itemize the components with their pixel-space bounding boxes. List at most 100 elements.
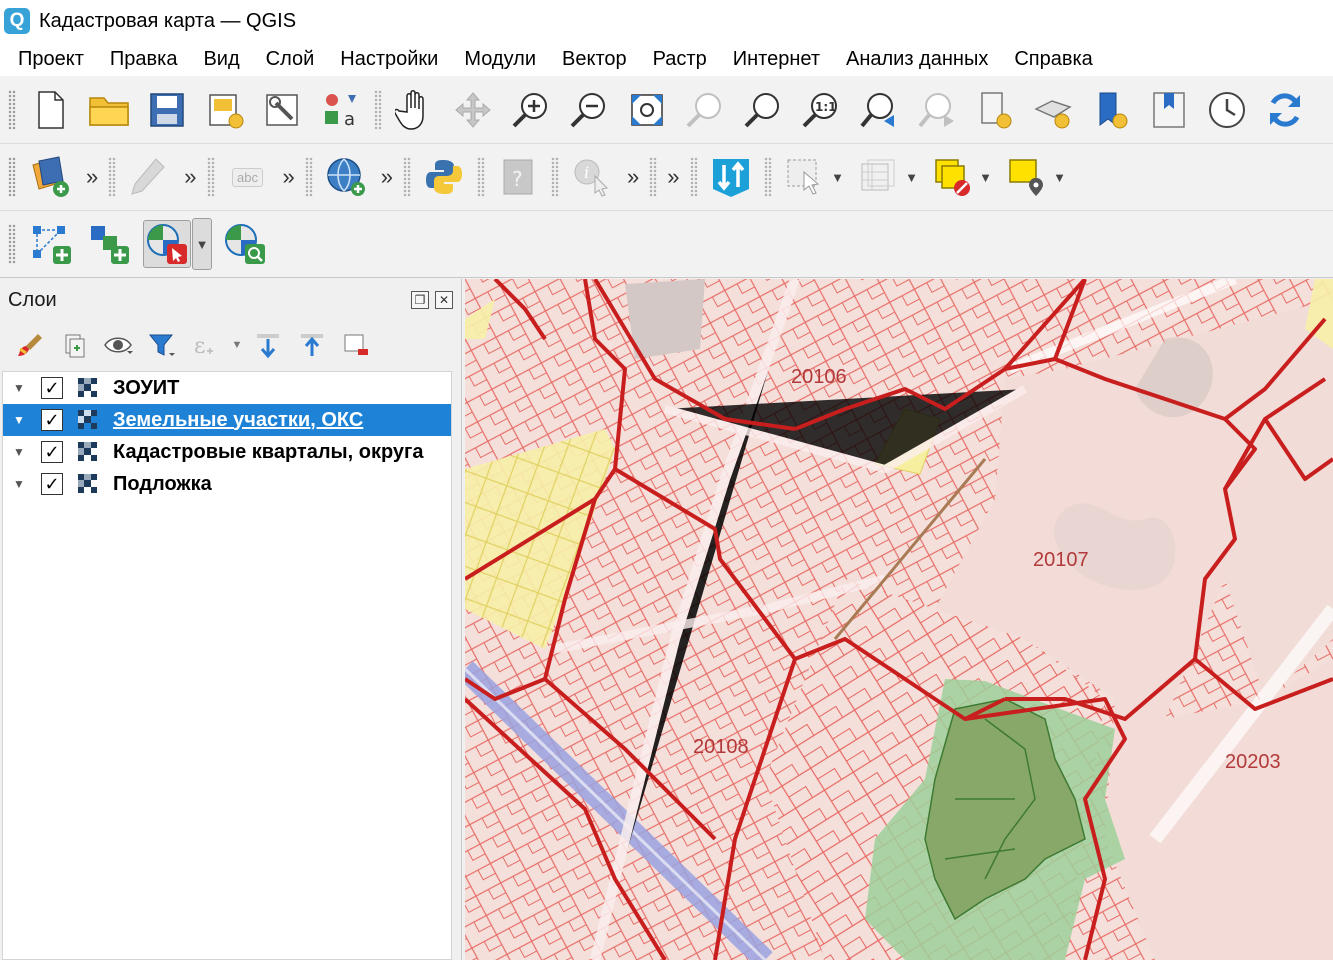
menu-plugins[interactable]: Модули [451,48,549,71]
digitize-button[interactable] [125,153,173,201]
toolbar-overflow-icon[interactable]: » [283,164,295,190]
expand-toggle-icon[interactable]: ▼ [13,445,27,459]
collapse-all-button[interactable] [292,325,332,365]
temporal-controller-button[interactable] [1203,86,1251,134]
select-features-dropdown[interactable]: ▼ [830,153,846,201]
open-project-button[interactable] [85,86,133,134]
menu-vector[interactable]: Вектор [549,48,640,71]
menu-analysis[interactable]: Анализ данных [833,48,1001,71]
toolbar-separator [551,157,559,197]
layer-styling-button[interactable] [10,325,50,365]
layer-visibility-checkbox[interactable]: ✓ [41,409,63,431]
add-group-button[interactable] [54,325,94,365]
expand-toggle-icon[interactable]: ▼ [13,477,27,491]
zoom-to-layer-button[interactable] [739,86,787,134]
parcel-select-dropdown[interactable]: ▼ [192,218,212,270]
parcel-search-tool-button[interactable] [221,220,269,268]
zoom-in-button[interactable] [507,86,555,134]
layer-visibility-checkbox[interactable]: ✓ [41,473,63,495]
menu-project[interactable]: Проект [5,48,97,71]
menu-settings[interactable]: Настройки [327,48,451,71]
save-icon [150,92,184,127]
zoom-full-button[interactable] [623,86,671,134]
menu-raster[interactable]: Растр [640,48,720,71]
toolbar-project: a 1:1 [0,76,1333,144]
refresh-button[interactable] [1261,86,1309,134]
help-book-icon: ? [503,159,533,195]
toolbar-grip[interactable] [8,89,16,130]
style-manager-button[interactable]: a [317,86,365,134]
help-button[interactable]: ? [494,153,542,201]
expression-epsilon-icon: ε [194,334,213,359]
filter-legend-button[interactable] [142,325,182,365]
layer-row-zouit[interactable]: ▼ ✓ ЗОУИТ [3,372,451,404]
add-feature-tool-button[interactable] [85,220,133,268]
filter-expression-button[interactable]: ε [186,325,226,365]
parcel-select-tool-button[interactable] [143,220,191,268]
manage-visibility-button[interactable] [98,325,138,365]
map-canvas[interactable]: 20106 20107 20108 20203 [465,279,1333,960]
new-map-view-button[interactable] [971,86,1019,134]
menu-edit[interactable]: Правка [97,48,191,71]
attribute-table-button[interactable] [855,153,903,201]
identify-features-button[interactable]: i [568,153,616,201]
layer-row-cadastral-blocks[interactable]: ▼ ✓ Кадастровые кварталы, округа [3,436,451,468]
layer-row-basemap[interactable]: ▼ ✓ Подложка [3,468,451,500]
zoom-out-button[interactable] [565,86,613,134]
new-print-layout-button[interactable] [201,86,249,134]
zoom-next-button[interactable] [913,86,961,134]
toolbar-separator [206,157,215,197]
layer-visibility-checkbox[interactable]: ✓ [41,441,63,463]
attribute-sort-button[interactable] [707,153,755,201]
new-project-button[interactable] [27,86,75,134]
cadastral-map[interactable]: 20106 20107 20108 20203 [465,279,1333,960]
expand-toggle-icon[interactable]: ▼ [13,413,27,427]
label-abc-icon: abc [232,167,263,187]
toolbar-grip[interactable] [8,157,16,197]
toolbar-overflow-icon[interactable]: » [184,164,196,190]
zoom-native-button[interactable]: 1:1 [797,86,845,134]
menu-layer[interactable]: Слой [253,48,328,71]
menu-help[interactable]: Справка [1001,48,1105,71]
select-by-location-button[interactable] [1003,153,1051,201]
menu-view[interactable]: Вид [190,48,252,71]
new-3d-map-view-button[interactable] [1029,86,1077,134]
save-project-button[interactable] [143,86,191,134]
deselect-dropdown[interactable]: ▼ [978,153,994,201]
toolbar-overflow-icon[interactable]: » [627,164,639,190]
expand-all-button[interactable] [248,325,288,365]
pan-hand-icon [395,89,424,130]
remove-layer-button[interactable] [336,325,376,365]
3d-map-icon [1034,99,1072,128]
close-panel-icon[interactable]: ✕ [435,291,453,309]
python-console-button[interactable] [420,153,468,201]
toolbar-overflow-icon[interactable]: » [667,164,679,190]
filter-expression-dropdown[interactable]: ▼ [230,325,244,365]
select-by-location-dropdown[interactable]: ▼ [1052,153,1068,201]
toolbar-overflow-icon[interactable]: » [381,164,393,190]
layout-manager-button[interactable] [259,86,307,134]
new-spatial-bookmark-button[interactable] [1087,86,1135,134]
data-source-manager-button[interactable] [27,153,75,201]
cadastral-block-label: 20106 [791,366,847,388]
add-vertex-tool-button[interactable] [27,220,75,268]
toolbar-overflow-icon[interactable]: » [86,164,98,190]
layer-group-icon [78,474,97,493]
menu-web[interactable]: Интернет [720,48,833,71]
layer-row-land-parcels[interactable]: ▼ ✓ Земельные участки, ОКС [3,404,451,436]
zoom-last-button[interactable] [855,86,903,134]
toolbar-grip[interactable] [8,224,16,264]
add-wms-layer-button[interactable] [322,153,370,201]
layer-visibility-checkbox[interactable]: ✓ [41,377,63,399]
show-bookmarks-button[interactable] [1145,86,1193,134]
select-features-button[interactable] [781,153,829,201]
float-panel-icon[interactable]: ❐ [411,291,429,309]
zoom-to-selection-button[interactable] [681,86,729,134]
attribute-table-dropdown[interactable]: ▼ [904,153,920,201]
pan-map-button[interactable] [391,86,439,134]
expand-toggle-icon[interactable]: ▼ [13,381,27,395]
label-tool-button[interactable]: abc [224,153,272,201]
deselect-features-button[interactable] [929,153,977,201]
pan-to-selection-button[interactable] [449,86,497,134]
qgis-app-icon: Q [4,8,30,34]
